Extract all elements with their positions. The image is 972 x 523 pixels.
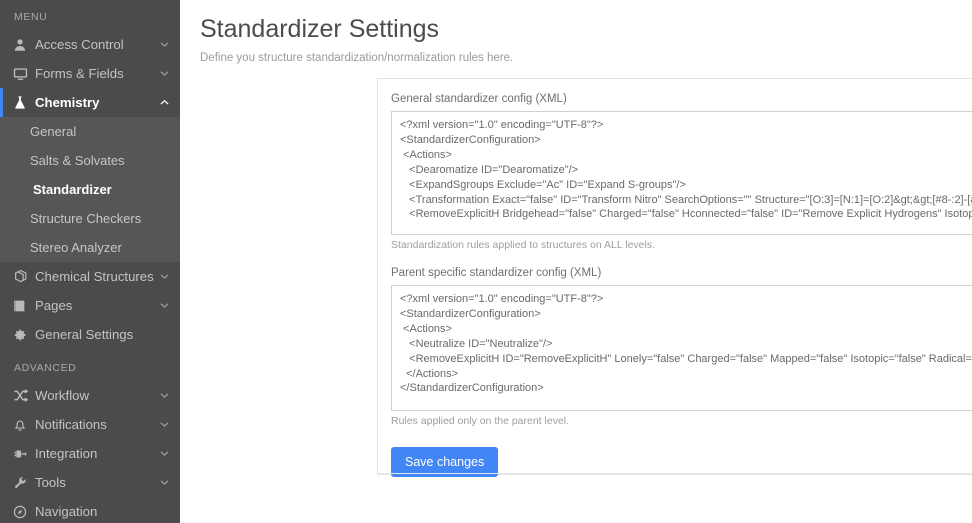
compass-icon: [13, 505, 33, 519]
sidebar-subitem-structure-checkers[interactable]: Structure Checkers: [0, 204, 180, 233]
sidebar-item-label: Notifications: [33, 417, 158, 432]
chevron-down-icon: [158, 479, 170, 486]
sidebar-item-label: Tools: [33, 475, 158, 490]
sidebar-item-notifications[interactable]: Notifications: [0, 410, 180, 439]
sidebar-item-forms-fields[interactable]: Forms & Fields: [0, 59, 180, 88]
general-config-textarea-wrap: [391, 111, 972, 235]
book-icon: [13, 299, 33, 313]
sidebar-item-pages[interactable]: Pages: [0, 291, 180, 320]
sidebar-submenu-chemistry: General Salts & Solvates Standardizer St…: [0, 117, 180, 262]
sidebar-item-label: Chemical Structures: [33, 269, 158, 284]
sidebar-item-integration[interactable]: Integration: [0, 439, 180, 468]
chevron-down-icon: [158, 41, 170, 48]
chevron-up-icon: [158, 99, 170, 106]
card-bottom-divider: [378, 473, 972, 474]
parent-config-field: Parent specific standardizer config (XML…: [378, 267, 972, 427]
sidebar-advanced-label: ADVANCED: [0, 349, 180, 381]
main-content: Standardizer Settings Define you structu…: [180, 0, 972, 523]
sidebar-item-label: Pages: [33, 298, 158, 313]
sidebar: MENU Access Control Forms & Fields Chem: [0, 0, 180, 523]
sidebar-subitem-stereo-analyzer[interactable]: Stereo Analyzer: [0, 233, 180, 262]
chevron-down-icon: [158, 421, 170, 428]
chevron-down-icon: [158, 70, 170, 77]
sidebar-item-workflow[interactable]: Workflow: [0, 381, 180, 410]
bell-icon: [13, 418, 33, 432]
sidebar-item-label: Forms & Fields: [33, 66, 158, 81]
gear-icon: [13, 328, 33, 342]
field-spacer: [378, 251, 972, 267]
sidebar-item-label: Integration: [33, 446, 158, 461]
page-header: Standardizer Settings Define you structu…: [180, 0, 972, 64]
sidebar-item-chemical-structures[interactable]: Chemical Structures: [0, 262, 180, 291]
sidebar-item-general-settings[interactable]: General Settings: [0, 320, 180, 349]
chevron-down-icon: [158, 450, 170, 457]
general-config-field: General standardizer config (XML) Standa…: [378, 93, 972, 251]
parent-config-helper: Rules applied only on the parent level.: [391, 415, 972, 427]
shuffle-icon: [13, 389, 33, 402]
sidebar-item-access-control[interactable]: Access Control: [0, 30, 180, 59]
wrench-icon: [13, 476, 33, 490]
app-root: MENU Access Control Forms & Fields Chem: [0, 0, 972, 523]
sidebar-subitem-general[interactable]: General: [0, 117, 180, 146]
form-actions: Save changes: [378, 427, 972, 477]
sidebar-item-chemistry[interactable]: Chemistry: [0, 88, 180, 117]
cube-icon: [13, 269, 33, 284]
sidebar-item-navigation[interactable]: Navigation: [0, 497, 180, 523]
page-subtitle: Define you structure standardization/nor…: [200, 52, 972, 64]
plug-icon: [13, 447, 33, 461]
sidebar-menu-label: MENU: [0, 0, 180, 30]
chevron-down-icon: [158, 392, 170, 399]
sidebar-subitem-salts-solvates[interactable]: Salts & Solvates: [0, 146, 180, 175]
settings-card: General standardizer config (XML) Standa…: [377, 78, 972, 475]
sidebar-item-label: Workflow: [33, 388, 158, 403]
sidebar-subitem-standardizer[interactable]: Standardizer: [0, 175, 180, 204]
sidebar-item-tools[interactable]: Tools: [0, 468, 180, 497]
sidebar-item-label: General Settings: [33, 327, 158, 342]
page-title: Standardizer Settings: [200, 14, 972, 45]
monitor-icon: [13, 67, 33, 81]
chevron-down-icon: [158, 273, 170, 280]
parent-config-label: Parent specific standardizer config (XML…: [391, 267, 972, 279]
user-icon: [13, 38, 33, 52]
chevron-down-icon: [158, 302, 170, 309]
sidebar-item-label: Chemistry: [33, 95, 158, 110]
parent-config-textarea-wrap: [391, 285, 972, 411]
general-config-label: General standardizer config (XML): [391, 93, 972, 105]
sidebar-item-label: Access Control: [33, 37, 158, 52]
general-config-helper: Standardization rules applied to structu…: [391, 239, 972, 251]
flask-icon: [13, 95, 33, 110]
general-config-input[interactable]: [391, 111, 972, 235]
sidebar-item-label: Navigation: [33, 504, 158, 519]
parent-config-input[interactable]: [391, 285, 972, 411]
